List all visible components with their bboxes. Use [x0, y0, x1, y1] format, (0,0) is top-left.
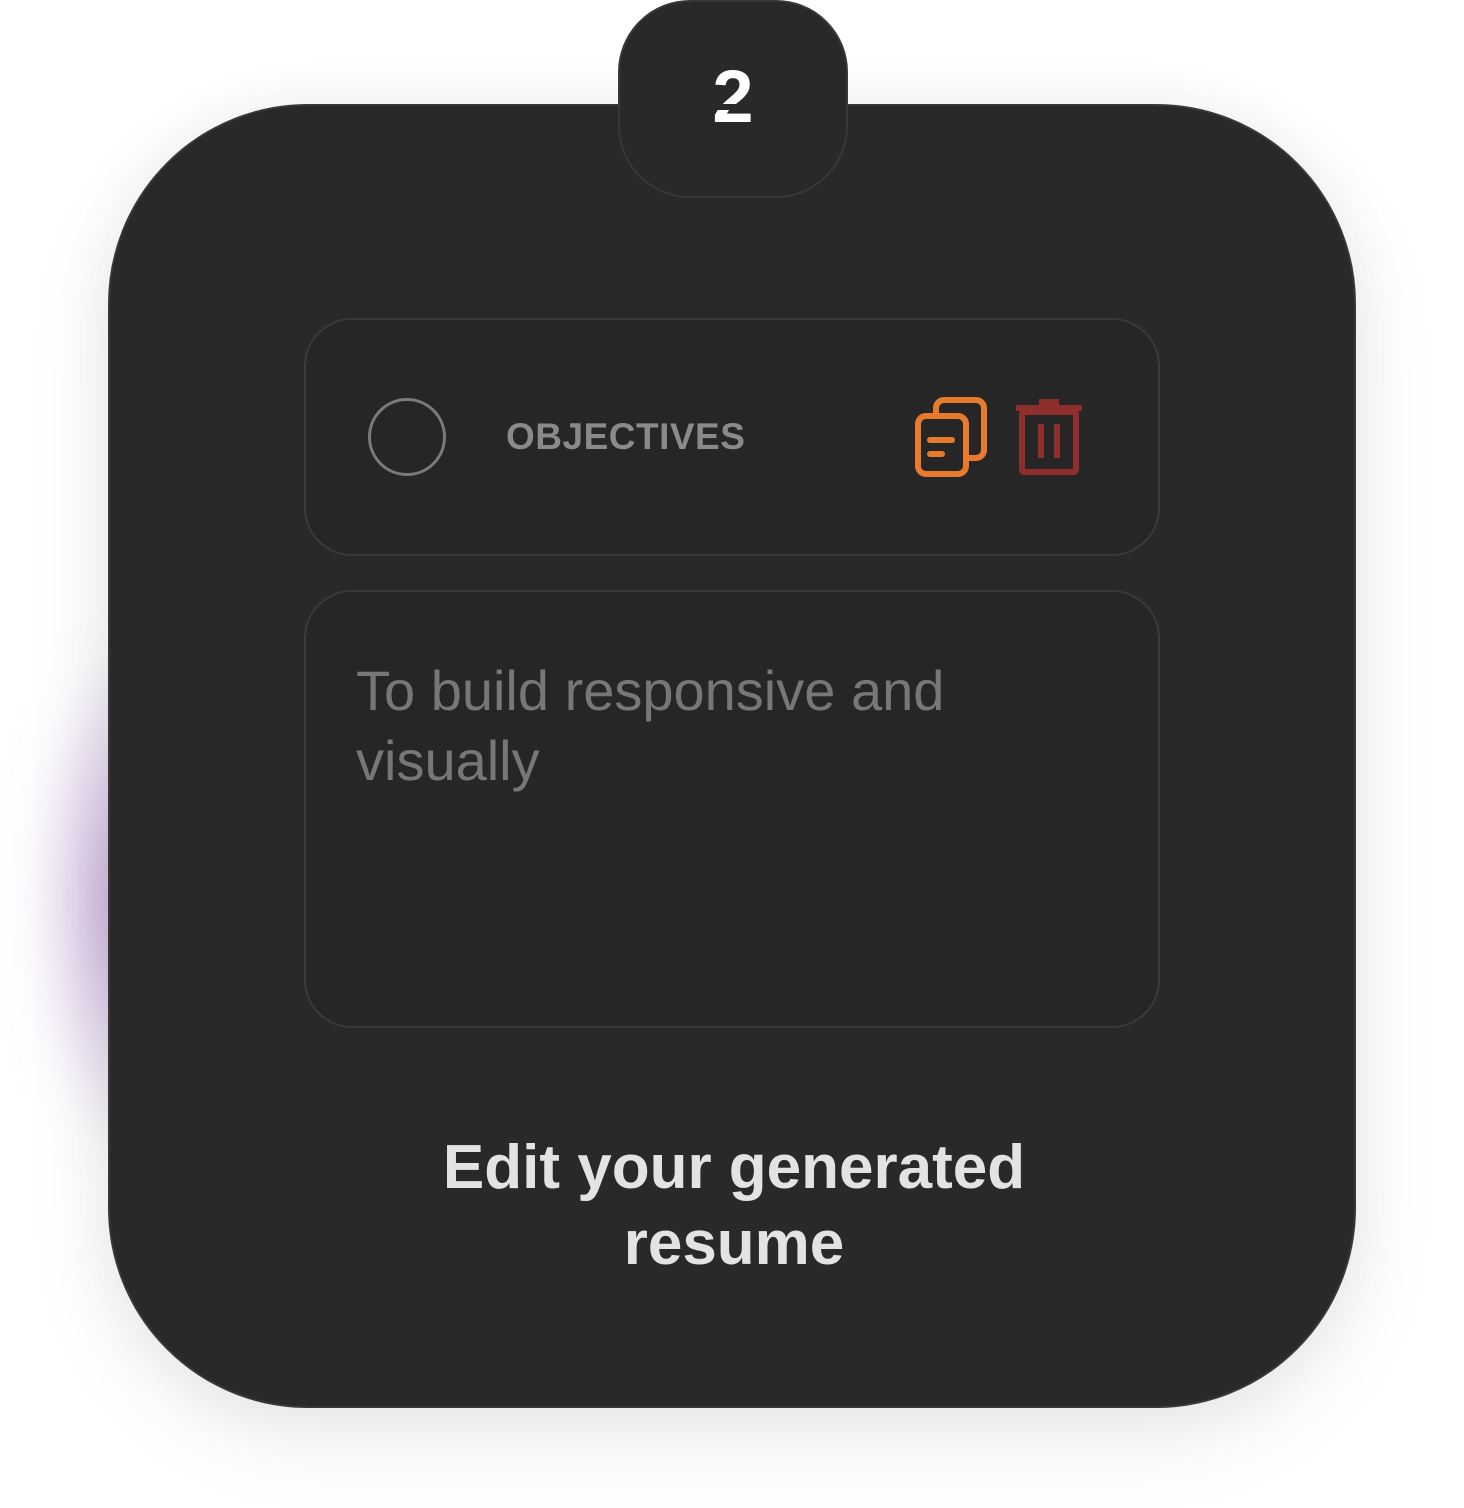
objectives-text-field[interactable]: To build responsive and visually: [304, 590, 1160, 1028]
caption-line-2: resume: [623, 1209, 845, 1278]
trash-icon[interactable]: [1014, 398, 1084, 478]
trash-icon-graphic: [1016, 399, 1082, 475]
section-select-radio[interactable]: [368, 398, 446, 476]
step-number: 2: [712, 55, 754, 138]
caption: Edit your generated resume: [110, 1130, 1358, 1282]
step-badge: 2: [618, 0, 848, 198]
step-badge-joint: [620, 104, 846, 110]
stage: OBJECTIVES To build responsive and visua…: [0, 0, 1464, 1508]
caption-line-1: Edit your generated: [442, 1133, 1026, 1202]
objectives-text: To build responsive and visually: [356, 659, 945, 792]
feature-card: OBJECTIVES To build responsive and visua…: [108, 104, 1356, 1408]
copy-icon-graphic: [915, 397, 987, 477]
copy-icon[interactable]: [912, 396, 992, 480]
section-row-objectives: OBJECTIVES: [304, 318, 1160, 556]
section-title: OBJECTIVES: [506, 416, 746, 457]
